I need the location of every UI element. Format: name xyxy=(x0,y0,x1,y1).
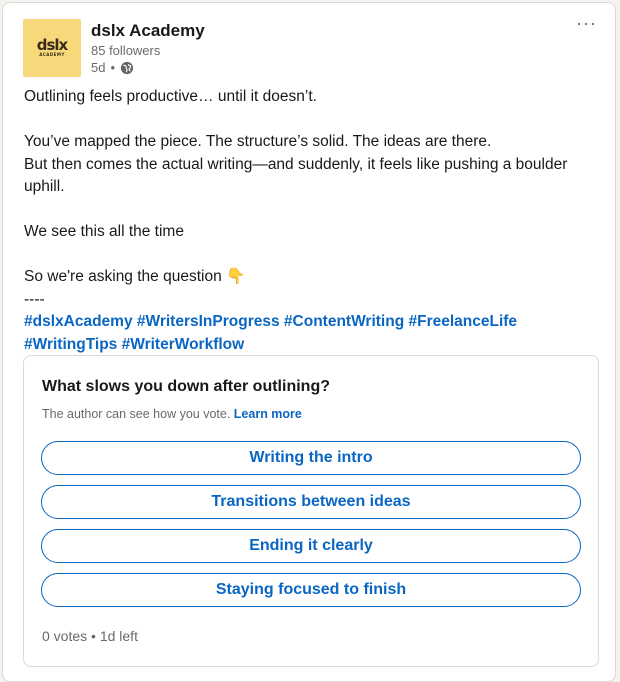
more-options-icon[interactable]: ··· xyxy=(576,13,597,34)
poll-privacy-note: The author can see how you vote. Learn m… xyxy=(42,407,302,421)
separator-dot: • xyxy=(91,628,96,644)
post-header: dslx ACADEMY dslx Academy 85 followers 5… xyxy=(23,19,205,77)
logo-text: dslx xyxy=(36,36,69,54)
poll-option-staying-focused[interactable]: Staying focused to finish xyxy=(41,573,581,607)
hashtag-link[interactable]: #dslxAcademy xyxy=(24,313,133,330)
logo-subtext: ACADEMY xyxy=(39,52,65,57)
hashtag-link[interactable]: #ContentWriting xyxy=(284,313,404,330)
poll-option-writing-intro[interactable]: Writing the intro xyxy=(41,441,581,475)
post-divider: ---- xyxy=(24,290,45,308)
post-line: But then comes the actual writing—and su… xyxy=(24,155,568,196)
poll-question: What slows you down after outlining? xyxy=(42,378,330,395)
poll-card: What slows you down after outlining? The… xyxy=(23,355,599,667)
post-line: You’ve mapped the piece. The structure’s… xyxy=(24,133,492,150)
post-card: dslx ACADEMY dslx Academy 85 followers 5… xyxy=(2,2,616,682)
post-line: So we're asking the question 👇 xyxy=(24,268,246,285)
hashtag-list: #dslxAcademy #WritersInProgress #Content… xyxy=(24,311,604,356)
author-name[interactable]: dslx Academy xyxy=(91,20,205,42)
post-body: Outlining feels productive… until it doe… xyxy=(24,86,604,356)
poll-option-ending[interactable]: Ending it clearly xyxy=(41,529,581,563)
poll-note-text: The author can see how you vote. xyxy=(42,407,231,421)
separator-dot: • xyxy=(110,60,116,75)
poll-footer: 0 votes • 1d left xyxy=(42,628,138,644)
globe-icon xyxy=(120,61,134,75)
poll-option-transitions[interactable]: Transitions between ideas xyxy=(41,485,581,519)
follower-count: 85 followers xyxy=(91,43,161,58)
hashtag-link[interactable]: #FreelanceLife xyxy=(408,313,517,330)
post-line: We see this all the time xyxy=(24,223,184,240)
hashtag-link[interactable]: #WriterWorkflow xyxy=(122,336,245,353)
vote-count: 0 votes xyxy=(42,628,88,644)
poll-time-left: 1d left xyxy=(99,628,138,644)
hashtag-link[interactable]: #WritersInProgress xyxy=(137,313,280,330)
post-line: Outlining feels productive… until it doe… xyxy=(24,88,317,105)
author-meta: dslx Academy 85 followers 5d • xyxy=(91,19,205,76)
post-time-row: 5d • xyxy=(91,60,205,76)
post-age: 5d xyxy=(91,60,106,75)
company-logo[interactable]: dslx ACADEMY xyxy=(23,19,81,77)
hashtag-link[interactable]: #WritingTips xyxy=(24,336,117,353)
learn-more-link[interactable]: Learn more xyxy=(234,407,302,421)
